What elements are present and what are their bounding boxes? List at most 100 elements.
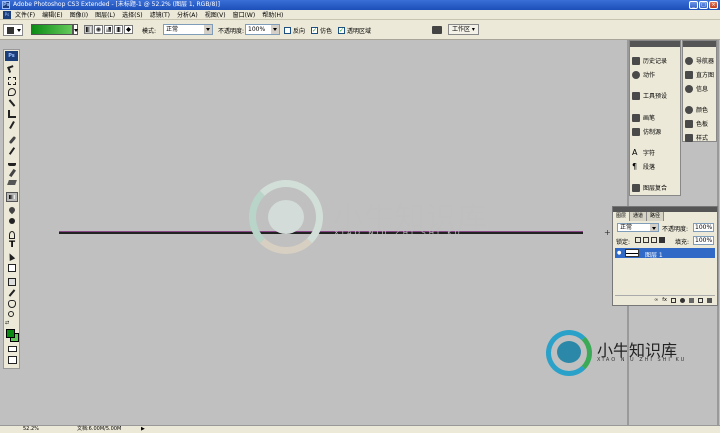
gradient-editor-swatch[interactable] [31,24,73,35]
brush-tool-icon[interactable] [8,147,16,155]
ps-menu-badge[interactable]: Ps [3,10,11,19]
radial-gradient-button[interactable] [94,25,103,34]
panel-paragraph[interactable]: ¶ 段落 [632,162,655,171]
menu-edit[interactable]: 编辑(E) [42,10,62,19]
panel-navigator[interactable]: 导航器 [685,56,714,65]
panel-brushes[interactable]: 画笔 [632,113,655,122]
path-select-icon[interactable] [6,252,16,261]
magic-wand-icon[interactable] [8,99,16,107]
panel-clone-source[interactable]: 仿制源 [632,127,661,136]
reverse-checkbox[interactable]: 反向 [284,26,305,35]
fill-input[interactable]: 100% [693,236,715,245]
document-size[interactable]: 文档:6.00M/5.00M [77,426,121,433]
gradient-picker-dropdown[interactable] [73,24,78,35]
dock-header[interactable] [630,41,680,47]
hand-tool-icon[interactable] [8,300,16,308]
eraser-tool-icon[interactable] [7,180,17,185]
opacity-slider-button[interactable] [271,24,280,35]
status-menu-arrow-icon[interactable]: ▶ [141,426,145,433]
angle-gradient-button[interactable] [104,25,113,34]
lock-all-icon[interactable] [659,237,665,243]
crop-tool-icon[interactable] [8,110,16,118]
menu-filter[interactable]: 滤镜(T) [150,10,170,19]
swap-colors-icon[interactable]: ⇄ [5,320,9,326]
blur-tool-icon[interactable] [7,205,17,215]
zoom-tool-icon[interactable] [8,311,14,317]
linear-gradient-button[interactable] [84,25,93,34]
move-tool-icon[interactable] [7,65,15,73]
new-group-icon[interactable] [689,297,694,303]
marquee-tool-icon[interactable] [8,77,16,85]
panel-tool-presets[interactable]: 工具预设 [632,91,667,100]
foreground-color-swatch[interactable] [6,329,15,338]
minimize-icon[interactable]: _ [689,1,698,9]
panel-tool-presets-label: 工具预设 [643,93,668,100]
lock-transparent-icon[interactable] [635,237,641,243]
shape-tool-icon[interactable] [8,264,16,272]
new-layer-icon[interactable] [698,297,703,303]
link-layers-icon[interactable]: ∞ [654,297,658,303]
panel-styles[interactable]: 样式 [685,133,708,142]
menu-help[interactable]: 帮助(H) [262,10,283,19]
panel-color[interactable]: 颜色 [685,105,708,114]
maximize-icon[interactable]: □ [699,1,708,9]
checkbox-unchecked-icon [284,27,291,34]
adjustment-layer-icon[interactable] [680,297,685,303]
menu-select[interactable]: 选择(S) [122,10,143,19]
panel-history[interactable]: 历史记录 [632,56,667,65]
panel-histogram[interactable]: 直方图 [685,70,714,79]
layer-mask-icon[interactable] [671,297,676,303]
dock-header[interactable] [683,41,716,47]
layer-style-icon[interactable]: fx [662,297,667,303]
lasso-tool-icon[interactable] [8,88,16,96]
diamond-gradient-button[interactable] [124,25,133,34]
eyedropper-icon[interactable] [8,289,16,297]
panel-swatches[interactable]: 色板 [685,119,708,128]
dither-checkbox[interactable]: ✓ 仿色 [311,26,332,35]
tab-channels[interactable]: 通道 [630,212,648,221]
menu-window[interactable]: 窗口(W) [233,10,256,19]
menu-file[interactable]: 文件(F) [15,10,35,19]
workspace-menu-button[interactable]: 工作区 ▾ [448,24,479,35]
layer-row[interactable]: ● 图层 1 [615,248,715,259]
workspace-label: 工作区 [452,26,471,33]
tab-paths[interactable]: 路径 [647,212,665,221]
panel-info[interactable]: 信息 [685,84,708,93]
dodge-tool-icon[interactable] [9,218,15,224]
type-tool-icon[interactable]: T [9,240,15,250]
blend-mode-select[interactable]: 正常 [163,24,213,35]
screen-mode-icon[interactable] [8,356,17,364]
eye-visibility-icon[interactable]: ● [617,250,621,256]
layer-opacity-input[interactable]: 100% [693,223,715,232]
tab-layers[interactable]: 图层 [613,212,631,221]
lock-image-icon[interactable] [643,237,649,243]
transparency-checkbox[interactable]: ✓ 透明区域 [338,26,371,35]
ps-toolbox-badge[interactable]: Ps [5,51,18,61]
slice-tool-icon[interactable] [9,121,15,129]
history-brush-icon[interactable] [8,168,17,178]
menu-analysis[interactable]: 分析(A) [177,10,198,19]
lock-position-icon[interactable] [651,237,657,243]
quick-mask-icon[interactable] [8,346,17,352]
clone-stamp-icon[interactable] [8,158,16,166]
healing-brush-icon[interactable] [8,135,17,145]
panel-character[interactable]: A 字符 [632,148,655,157]
opacity-value: 100% [248,26,266,33]
palette-well-icon[interactable] [432,26,442,34]
pen-tool-icon[interactable] [9,231,15,239]
close-icon[interactable]: × [709,1,718,9]
menu-view[interactable]: 视图(V) [205,10,226,19]
panel-actions[interactable]: 动作 [632,70,655,79]
menu-layer[interactable]: 图层(L) [95,10,115,19]
panel-layer-comps[interactable]: 图层复合 [632,183,667,192]
gradient-tool-icon[interactable] [6,192,18,202]
menu-image[interactable]: 图像(I) [70,10,88,19]
tool-preset-picker[interactable] [3,24,23,36]
layer-blend-mode-select[interactable]: 正常 [617,223,659,232]
blend-mode-value: 正常 [166,26,179,33]
reflected-gradient-button[interactable] [114,25,123,34]
notes-tool-icon[interactable] [8,278,16,286]
zoom-level[interactable]: 52.2% [23,426,39,433]
trash-icon[interactable] [707,297,712,303]
opacity-input[interactable]: 100% [245,24,272,35]
